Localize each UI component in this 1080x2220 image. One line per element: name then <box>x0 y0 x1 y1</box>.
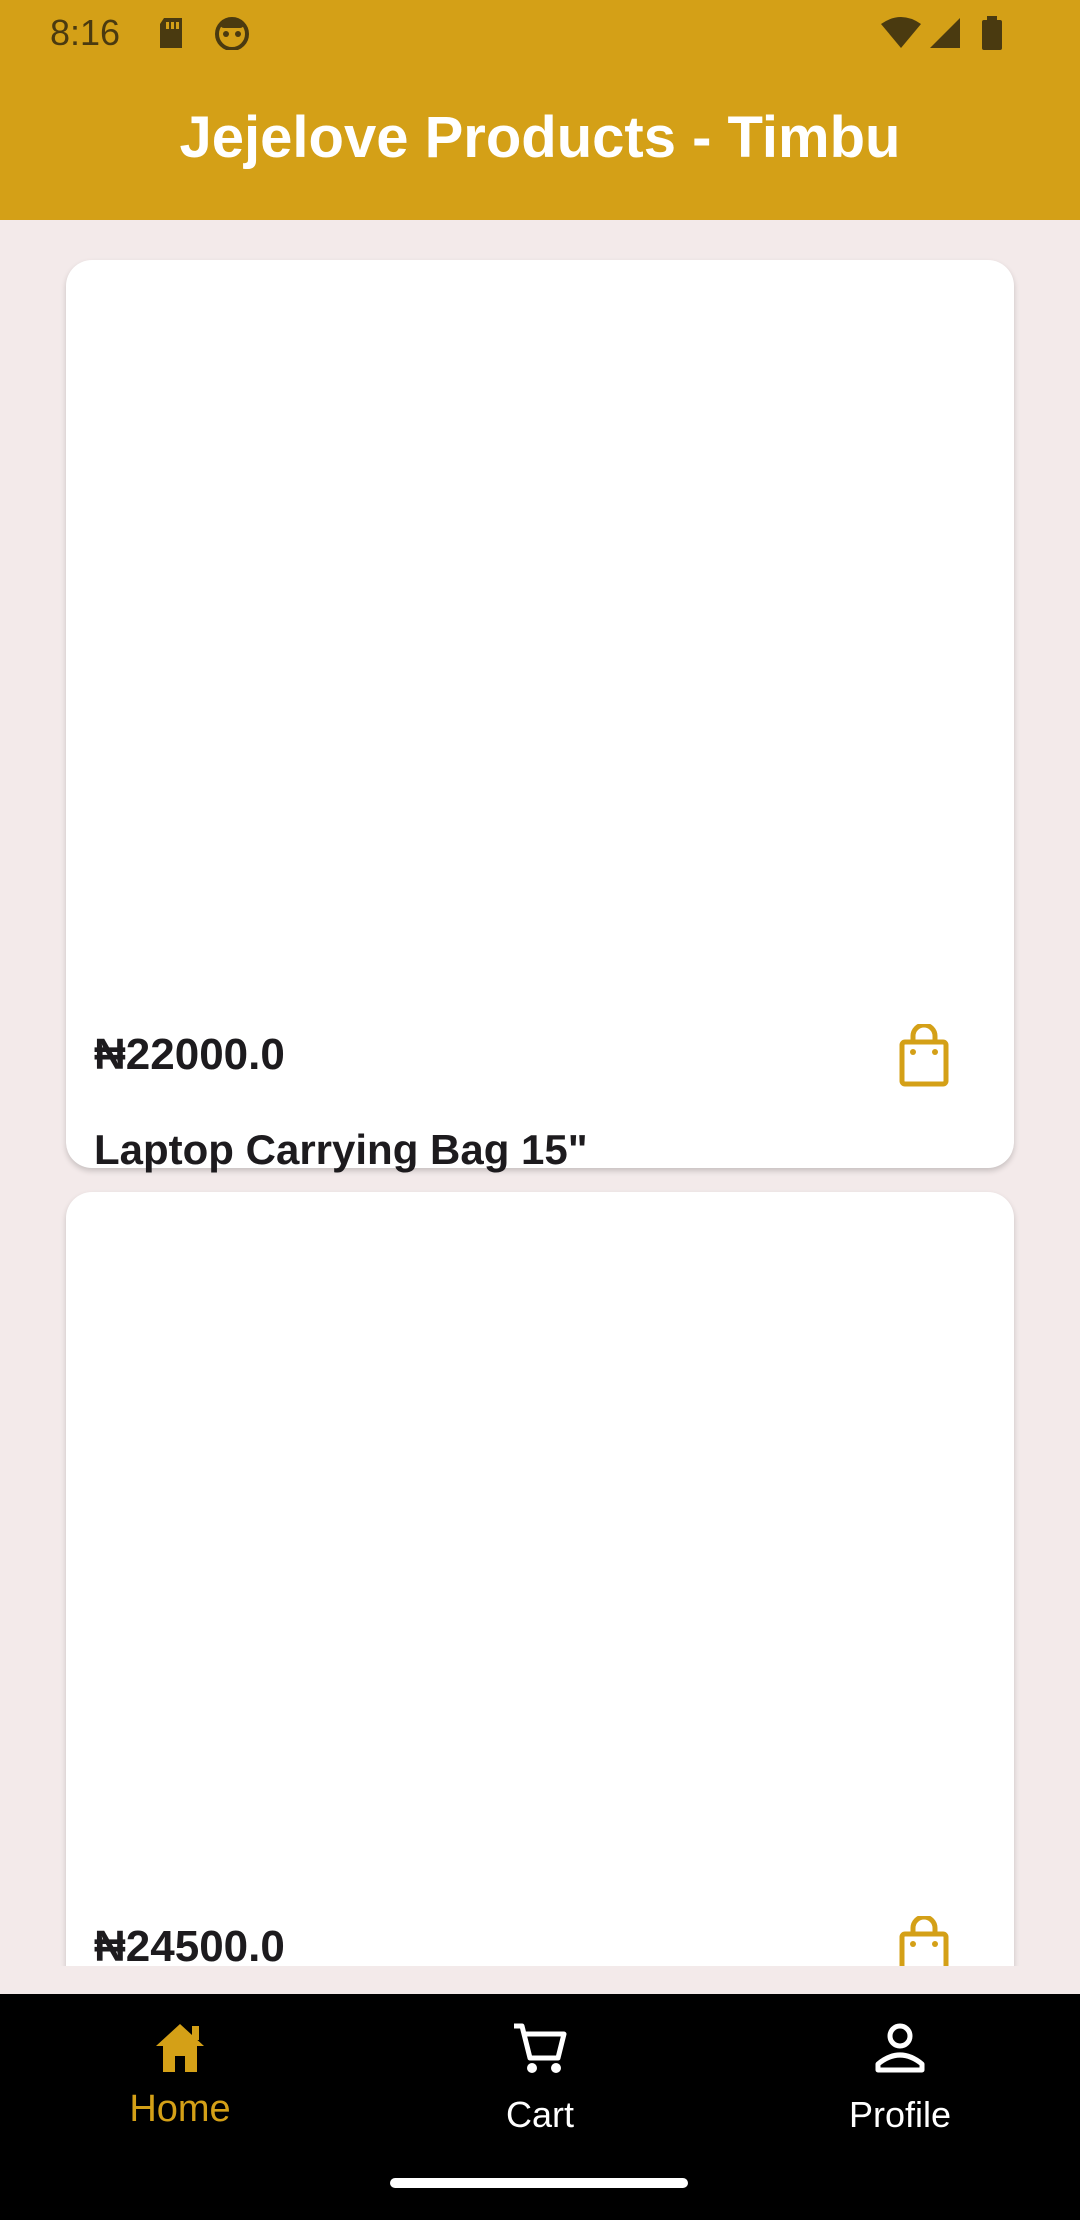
product-price: ₦24500.0 <box>94 1922 285 1966</box>
product-name: Laptop Carrying Bag 15" <box>94 1126 588 1173</box>
nav-home[interactable]: Home <box>0 1994 360 2154</box>
shopping-bag-icon <box>899 1022 949 1087</box>
home-icon <box>156 2024 204 2072</box>
shopping-bag-icon <box>899 1914 949 1966</box>
app-bar: Jejelove Products - Timbu <box>0 66 1080 220</box>
add-to-cart-button[interactable] <box>894 1022 954 1090</box>
status-bar: 8:16 <box>0 0 1080 66</box>
status-time: 8:16 <box>50 12 121 53</box>
nav-home-label: Home <box>129 2088 231 2130</box>
wifi-icon <box>880 16 922 55</box>
product-card[interactable]: ₦24500.0 <box>66 1192 1014 1966</box>
product-price: ₦22000.0 <box>94 1030 285 1079</box>
android-face-icon <box>214 16 250 55</box>
nav-profile[interactable]: Profile <box>720 1994 1080 2154</box>
product-list[interactable]: ₦22000.0 Laptop Carrying Bag 15" ₦24500.… <box>0 220 1080 1966</box>
profile-icon <box>875 2023 925 2073</box>
product-image[interactable] <box>66 1192 1014 1872</box>
nav-profile-label: Profile <box>848 2094 952 2135</box>
home-indicator[interactable] <box>390 2178 688 2188</box>
nav-cart[interactable]: Cart <box>360 1994 720 2154</box>
page-title: Jejelove Products - Timbu <box>179 105 901 170</box>
add-to-cart-button[interactable] <box>894 1914 954 1966</box>
sd-card-icon <box>156 16 186 55</box>
nav-cart-label: Cart <box>505 2094 574 2135</box>
cart-icon <box>514 2023 567 2073</box>
signal-icon <box>928 16 962 55</box>
product-card[interactable]: ₦22000.0 Laptop Carrying Bag 15" <box>66 260 1014 1173</box>
product-image[interactable] <box>66 260 1014 940</box>
bottom-navigation: Home Cart Profile <box>0 1994 1080 2220</box>
battery-icon <box>980 16 1004 55</box>
